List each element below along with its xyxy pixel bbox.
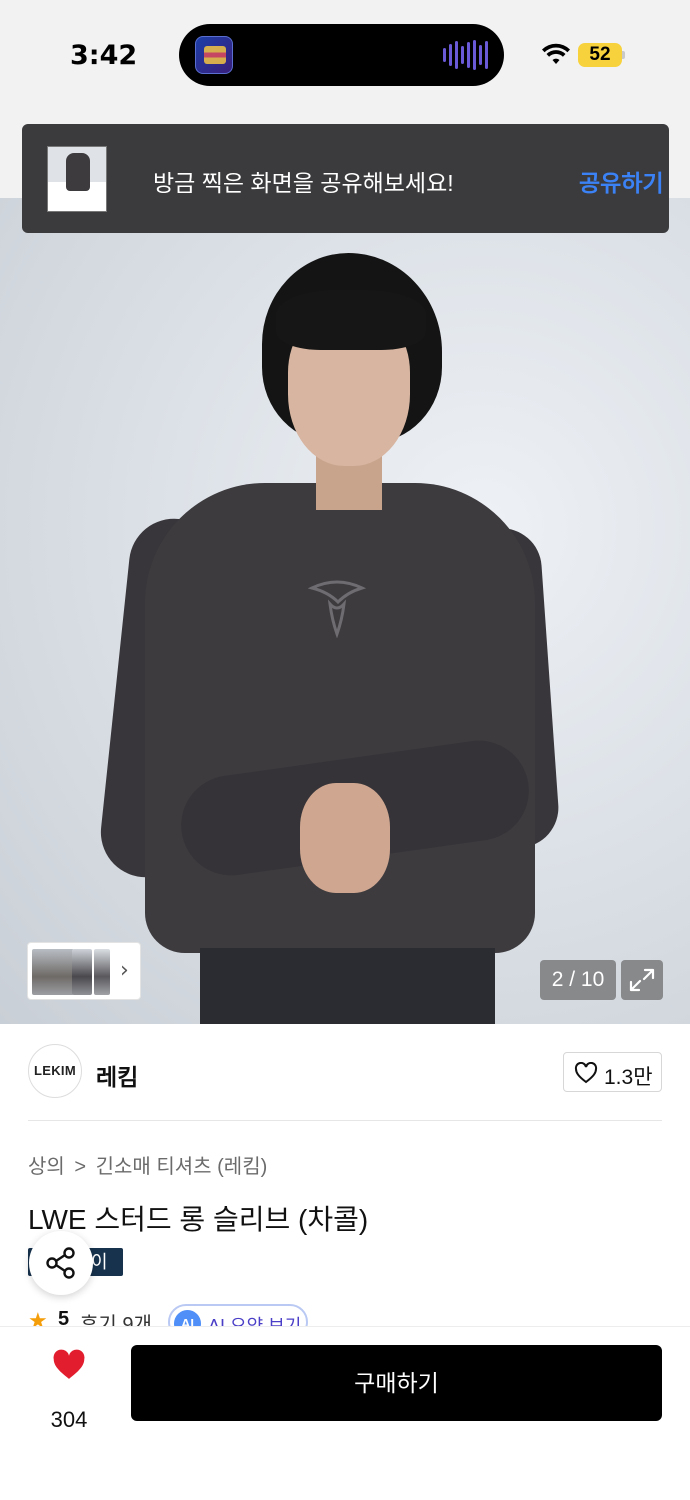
- breadcrumb-separator: >: [74, 1156, 87, 1178]
- ai-badge-icon: AI: [174, 1310, 201, 1326]
- expand-button[interactable]: [621, 960, 663, 1000]
- screenshot-share-toast[interactable]: 방금 찍은 화면을 공유해보세요! 공유하기: [22, 124, 669, 233]
- ai-summary-button[interactable]: AI AI 요약 보기: [168, 1304, 308, 1326]
- chevron-right-icon[interactable]: ›: [120, 958, 129, 983]
- product-title: LWE 스터드 롱 슬리브 (차콜): [28, 1204, 369, 1235]
- breadcrumb-category[interactable]: 상의: [28, 1156, 65, 1178]
- battery-tip: [622, 51, 625, 59]
- product-image-gallery[interactable]: › 2 / 10: [0, 198, 690, 1024]
- brand-logo[interactable]: LEKIM: [28, 1044, 82, 1098]
- wishlist-button[interactable]: 304: [38, 1349, 100, 1432]
- thumbnail[interactable]: [72, 949, 92, 995]
- brand-like-count: 1.3만: [604, 1066, 653, 1089]
- model-hand: [300, 783, 390, 893]
- divider: [28, 1120, 662, 1121]
- screenshot-thumbnail: [47, 146, 107, 212]
- share-icon: [46, 1247, 75, 1279]
- breadcrumb-subcategory[interactable]: 긴소매 티셔츠 (레킴): [96, 1156, 268, 1178]
- breadcrumb: 상의 > 긴소매 티셔츠 (레킴): [28, 1150, 271, 1179]
- toast-message: 방금 찍은 화면을 공유해보세요!: [153, 170, 454, 196]
- share-now-button[interactable]: 공유하기: [579, 164, 664, 198]
- brand-name[interactable]: 레킴: [96, 1058, 138, 1092]
- rating-value: 5: [58, 1308, 70, 1326]
- model-fringe: [276, 290, 426, 350]
- ai-summary-label: AI 요약 보기: [208, 1316, 302, 1326]
- thumbnail[interactable]: [32, 949, 74, 995]
- thumbnail-strip[interactable]: ›: [27, 942, 141, 1000]
- star-icon: ★: [28, 1308, 48, 1326]
- battery-indicator: 52: [578, 43, 622, 67]
- wifi-icon: [542, 43, 570, 64]
- now-playing-app-icon: [195, 36, 233, 74]
- brand-like-button[interactable]: 1.3만: [563, 1052, 662, 1092]
- heart-filled-icon: [53, 1349, 85, 1379]
- bottom-purchase-bar: 304 구매하기: [0, 1327, 690, 1500]
- shirt-emblem-icon: [308, 580, 366, 638]
- rating-row[interactable]: ★ 5 후기 9개 AI AI 요약 보기: [28, 1304, 662, 1326]
- share-button[interactable]: [29, 1231, 93, 1295]
- image-counter: 2 / 10: [540, 960, 616, 1000]
- audio-wave-icon: [443, 40, 488, 70]
- brand-row[interactable]: LEKIM 레킴 1.3만: [28, 1044, 662, 1100]
- wishlist-count: 304: [50, 1407, 88, 1432]
- buy-button[interactable]: 구매하기: [131, 1345, 662, 1421]
- review-count-link[interactable]: 후기 9개: [80, 1308, 152, 1326]
- thumbnail[interactable]: [94, 949, 110, 995]
- status-time: 3:42: [70, 40, 138, 71]
- heart-outline-icon: [574, 1062, 598, 1084]
- expand-icon: [629, 968, 655, 992]
- dynamic-island[interactable]: [179, 24, 504, 86]
- model-jeans: [200, 948, 495, 1024]
